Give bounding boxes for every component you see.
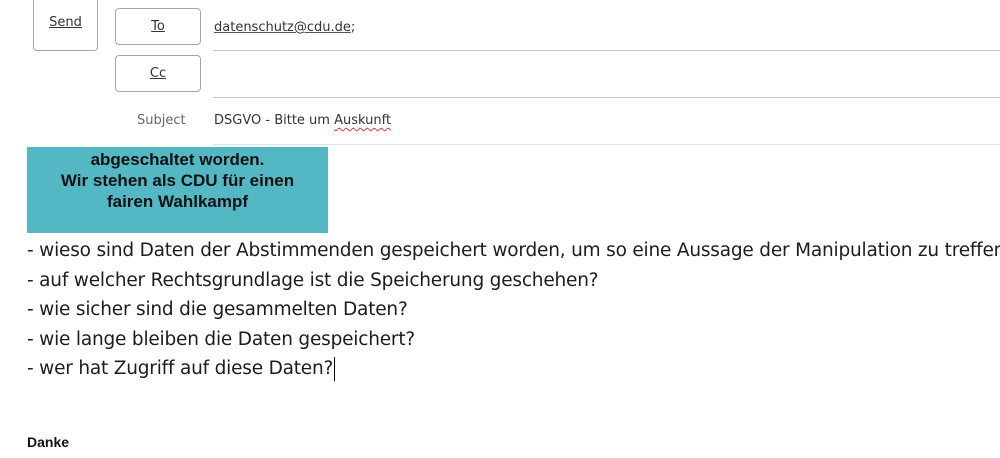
to-recipient[interactable]: datenschutz@cdu.de <box>214 20 351 35</box>
image-text-line: abgeschaltet worden. <box>90 150 265 169</box>
body-line-text: - wer hat Zugriff auf diese Daten? <box>27 358 334 380</box>
subject-field[interactable]: DSGVO - Bitte um Auskunft <box>214 113 391 128</box>
cc-button[interactable]: Cc <box>115 55 201 92</box>
subject-field-underline <box>213 144 1000 145</box>
to-separator: ; <box>350 20 356 35</box>
to-field-underline <box>213 50 1000 51</box>
to-field[interactable]: datenschutz@cdu.de; <box>214 20 355 35</box>
send-button-label: Send <box>49 15 82 30</box>
cc-field-underline <box>213 97 1000 98</box>
body-line: - wie lange bleiben die Daten gespeicher… <box>27 328 415 350</box>
embedded-image: abgeschaltet worden. Wir stehen als CDU … <box>27 147 328 233</box>
compose-header: Send To Cc datenschutz@cdu.de; Subject D… <box>0 0 1000 145</box>
text-cursor <box>334 357 336 382</box>
body-line: - wieso sind Daten der Abstimmenden gesp… <box>27 240 1000 261</box>
send-button[interactable]: Send <box>33 0 98 51</box>
cc-button-label: Cc <box>149 66 167 81</box>
body-line: - auf welcher Rechtsgrundlage ist die Sp… <box>27 269 599 291</box>
image-text-line: fairen Wahlkampf <box>106 192 249 211</box>
to-button[interactable]: To <box>115 8 201 45</box>
image-text-line: Wir stehen als CDU für einen <box>60 171 295 190</box>
body-line-last: - wer hat Zugriff auf diese Daten? <box>27 354 1000 384</box>
body-line: - wie sicher sind die gesammelten Daten? <box>27 299 408 321</box>
message-body[interactable]: - wieso sind Daten der Abstimmenden gesp… <box>27 236 1000 384</box>
subject-misspelled-word: Auskunft <box>334 113 392 128</box>
subject-label: Subject <box>137 113 186 128</box>
to-button-label: To <box>151 19 165 34</box>
subject-text: DSGVO - Bitte um <box>214 113 335 128</box>
closing-text: Danke <box>27 434 70 450</box>
